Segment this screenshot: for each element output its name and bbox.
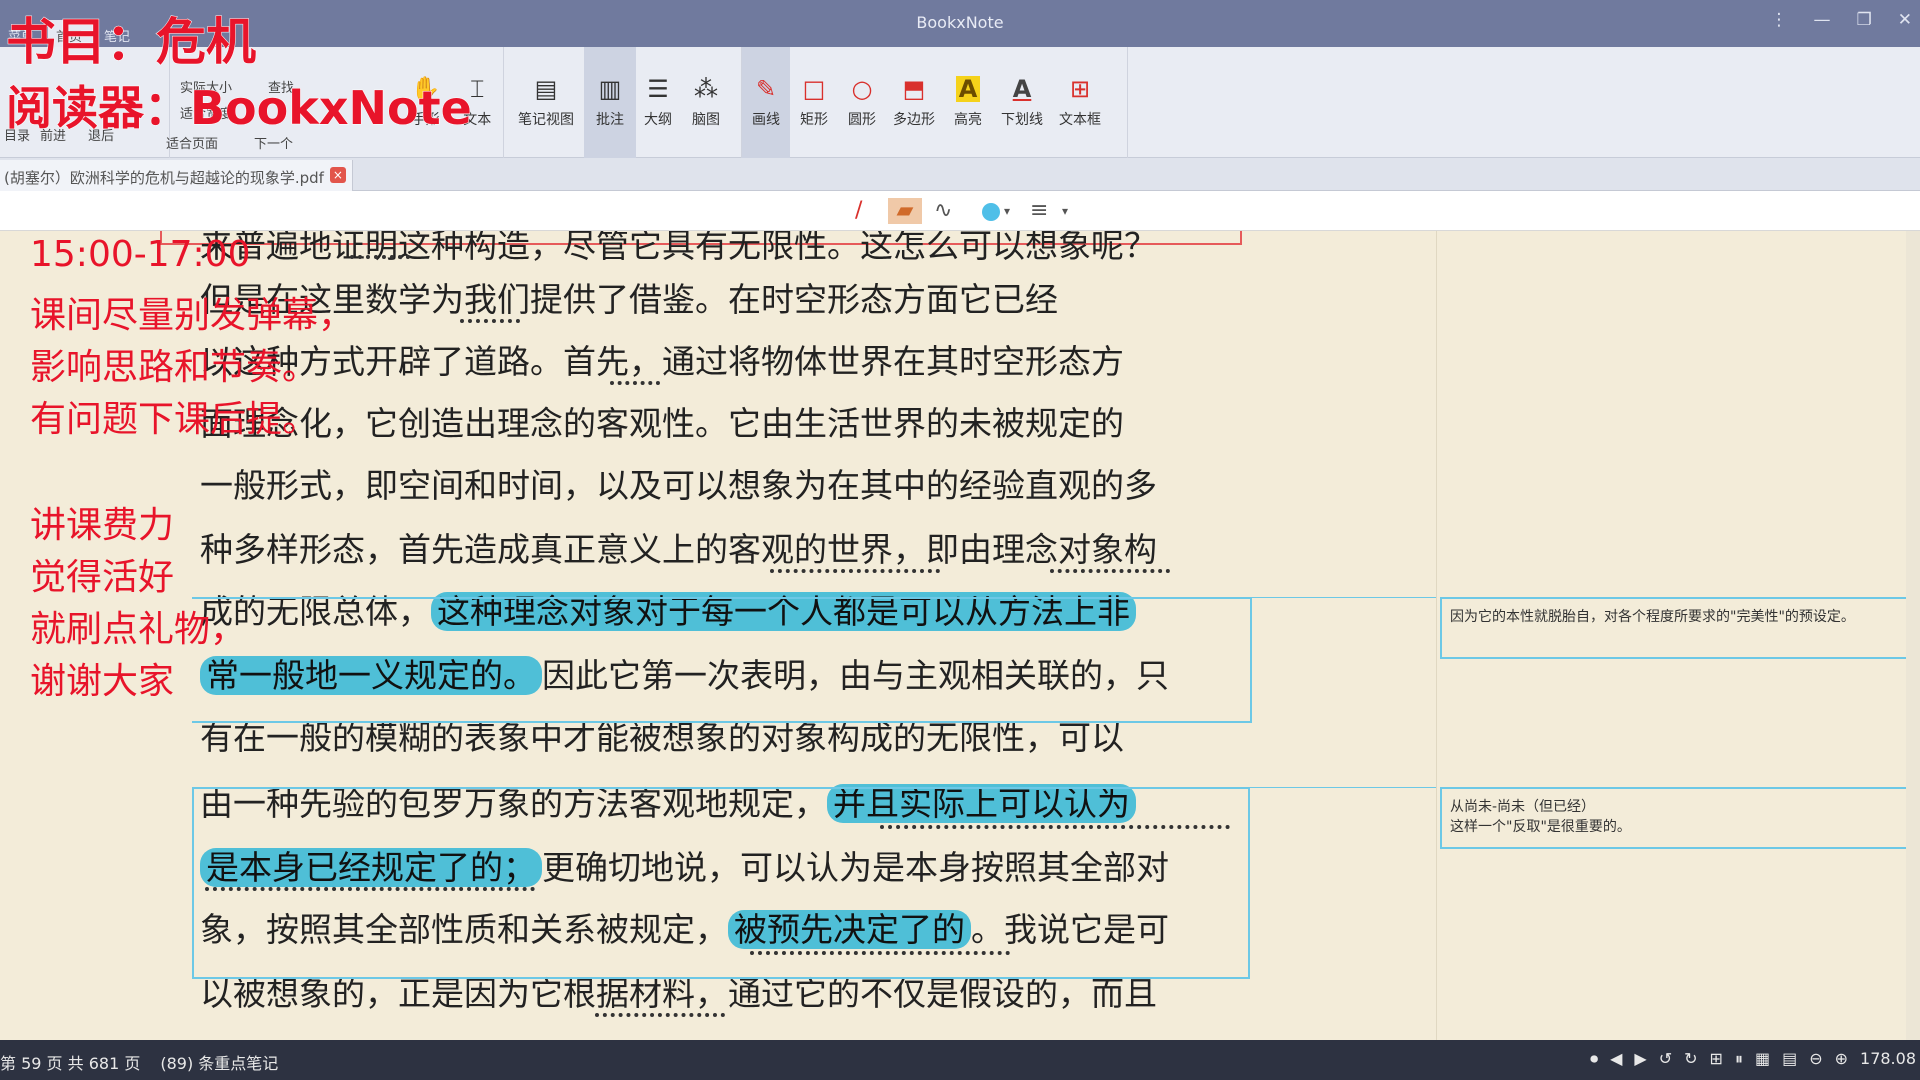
rotate-right-icon[interactable]: ↻: [1684, 1049, 1697, 1069]
annotation-bracket[interactable]: [192, 597, 1252, 723]
record-icon[interactable]: ⏺: [1590, 1049, 1598, 1069]
text-line: 种多样形态，首先造成真正意义上的客观的世界，即由理念对象构: [200, 523, 1157, 571]
textbox-icon: ⊞: [1069, 75, 1091, 103]
outline-tool[interactable]: ☰ 大纲: [636, 47, 680, 158]
textbox-tool[interactable]: ⊞ 文本框: [1050, 47, 1110, 158]
freehand-curve-icon[interactable]: ∿: [934, 198, 952, 224]
continuous-icon[interactable]: ▤: [1782, 1049, 1797, 1069]
text-cursor-icon: ⌶: [470, 75, 485, 103]
overlay-thanks-line: 就刷点礼物，: [30, 609, 247, 650]
draw-line-tool[interactable]: ✎ 画线: [742, 47, 790, 158]
marker-icon[interactable]: ▰: [888, 198, 922, 224]
overlay-thanks-line: 谢谢大家: [30, 661, 175, 702]
single-page-icon[interactable]: ▦: [1755, 1049, 1770, 1069]
text-line: 以这种方式开辟了道路。首先，通过将物体世界在其时空形态方: [200, 335, 1124, 383]
window-controls: ⋮ — ❐ ✕: [1771, 10, 1913, 30]
overlay-notice-line: 有问题下课后提。: [30, 399, 319, 440]
chevron-down-icon[interactable]: ▾: [1004, 198, 1010, 224]
underline-icon: A: [1012, 75, 1032, 103]
text-segment: 一般形式，即空间和时间，以及可以想象为在其中的经验直观的多: [200, 466, 1157, 505]
status-bar: 第 59 页 共 681 页 (89) 条重点笔记 ⏺ ◀ ▶ ↺ ↻ ⊞ ⏸ …: [0, 1040, 1920, 1080]
emphasis-dots: [610, 377, 660, 385]
annotation-icon: ▥: [598, 75, 622, 103]
line-width-icon[interactable]: ≡: [1030, 198, 1048, 224]
close-button[interactable]: ✕: [1898, 10, 1912, 30]
highlight-tool[interactable]: A 高亮: [942, 47, 994, 158]
overlay-thanks-line: 觉得活好: [30, 557, 175, 598]
emphasis-dots: [1050, 565, 1170, 573]
highlight-icon: A: [955, 76, 981, 102]
overlay-thanks-line: 讲课费力: [30, 505, 175, 546]
prev-page-icon[interactable]: ◀: [1610, 1049, 1622, 1069]
text-segment: 面理念化，它创造出理念的客观性。它由生活世界的未被规定的: [200, 404, 1124, 443]
outline-icon: ☰: [647, 75, 669, 103]
notes-count: (89) 条重点笔记: [160, 1054, 279, 1073]
zoom-level: 178.08: [1860, 1049, 1916, 1068]
emphasis-dots: [350, 251, 410, 259]
draw-options-bar: / ▰ ∿ ▾ ≡ ▾: [0, 191, 1920, 231]
overlay-time: 15:00-17:00: [30, 234, 251, 275]
zoom-in-icon[interactable]: ⊕: [1835, 1049, 1848, 1069]
text-segment: 以被想象的，正是因为它根据材料，通过它的不仅是假设的，而且: [200, 974, 1157, 1013]
mindmap-icon: ⁂: [694, 75, 718, 103]
vertical-scrollbar[interactable]: [1906, 231, 1920, 1040]
next-page-icon[interactable]: ▶: [1634, 1049, 1646, 1069]
pen-line-icon[interactable]: /: [855, 198, 862, 224]
annotation-tool[interactable]: ▥ 批注: [584, 47, 636, 158]
overlay-notice-line: 课间尽量别发弹幕，: [30, 295, 355, 336]
text-segment: 种多样形态，首先造成真正意义上的客观的世界，即由理念对象构: [200, 530, 1157, 569]
text-segment: 有在一般的模糊的表象中才能被想象的对象构成的无限性，可以: [200, 718, 1124, 757]
color-picker[interactable]: [982, 203, 1000, 221]
emphasis-dots: [460, 315, 520, 323]
title-bar: 菜单 首页 笔记 BookxNote ⋮ — ❐ ✕: [0, 0, 1920, 51]
note-view-icon: ▤: [534, 75, 558, 103]
page-indicator: 第 59 页 共 681 页: [0, 1054, 141, 1073]
text-segment: 以这种方式开辟了道路。首先，通过将物体世界在其时空形态方: [200, 342, 1124, 381]
pen-icon: ✎: [755, 75, 777, 103]
polygon-tool[interactable]: ⬒ 多边形: [886, 47, 942, 158]
close-tab-icon[interactable]: ×: [329, 167, 346, 183]
annotation-panel: 因为它的本性就脱胎自，对各个程度所要求的"完美性"的预设定。 从尚未-尚未（但已…: [1436, 231, 1920, 1040]
annotation-note[interactable]: 从尚未-尚未（但已经） 这样一个"反取"是很重要的。: [1440, 787, 1910, 849]
overlay-book-title: 书目：危机: [6, 13, 257, 72]
note-view-tool[interactable]: ▤ 笔记视图: [508, 47, 584, 158]
more-icon[interactable]: ⋮: [1771, 10, 1788, 30]
text-segment: 来普遍地证明这种构造，尽管它具有无限性。这怎么可以想象呢？: [200, 231, 1157, 265]
zoom-out-icon[interactable]: ⊖: [1809, 1049, 1822, 1069]
draw-group: ✎ 画线 □ 矩形 ○ 圆形 ⬒ 多边形 A 高亮 A 下划线 ⊞ 文本框: [742, 47, 1128, 158]
circle-tool[interactable]: ○ 圆形: [838, 47, 886, 158]
emphasis-dots: [595, 1009, 725, 1017]
document-tab-label: (胡塞尔）欧洲科学的危机与超越论的现象学.pdf: [4, 169, 324, 187]
annotation-connector: [1250, 787, 1436, 788]
text-line: 一般形式，即空间和时间，以及可以想象为在其中的经验直观的多: [200, 459, 1157, 507]
two-page-icon[interactable]: ⏸: [1735, 1049, 1743, 1069]
polygon-icon: ⬒: [902, 75, 926, 103]
overlay-notice-line: 影响思路和节奏。: [30, 347, 319, 388]
view-group: ▤ 笔记视图 ▥ 批注 ☰ 大纲 ⁂ 脑图: [508, 47, 742, 158]
circle-icon: ○: [851, 75, 873, 103]
mindmap-tool[interactable]: ⁂ 脑图: [680, 47, 732, 158]
underline-tool[interactable]: A 下划线: [994, 47, 1050, 158]
chevron-down-icon[interactable]: ▾: [1062, 198, 1068, 224]
minimize-button[interactable]: —: [1814, 10, 1831, 30]
document-tab-bar: (胡塞尔）欧洲科学的危机与超越论的现象学.pdf ×: [0, 158, 1920, 191]
overlay-reader: 阅读器：BookxNote: [6, 81, 473, 136]
annotation-note[interactable]: 因为它的本性就脱胎自，对各个程度所要求的"完美性"的预设定。: [1440, 597, 1910, 659]
grid-view-icon[interactable]: ⊞: [1710, 1049, 1723, 1069]
rectangle-tool[interactable]: □ 矩形: [790, 47, 838, 158]
text-line: 来普遍地证明这种构造，尽管它具有无限性。这怎么可以想象呢？: [200, 231, 1157, 267]
restore-button[interactable]: ❐: [1857, 10, 1872, 30]
annotation-bracket[interactable]: [192, 787, 1250, 979]
emphasis-dots: [770, 565, 940, 573]
rectangle-icon: □: [802, 75, 826, 103]
document-tab[interactable]: (胡塞尔）欧洲科学的危机与超越论的现象学.pdf ×: [0, 160, 353, 191]
rotate-left-icon[interactable]: ↺: [1659, 1049, 1672, 1069]
window-title: BookxNote: [916, 13, 1004, 32]
annotation-connector: [1252, 597, 1436, 598]
text-line: 面理念化，它创造出理念的客观性。它由生活世界的未被规定的: [200, 397, 1124, 445]
